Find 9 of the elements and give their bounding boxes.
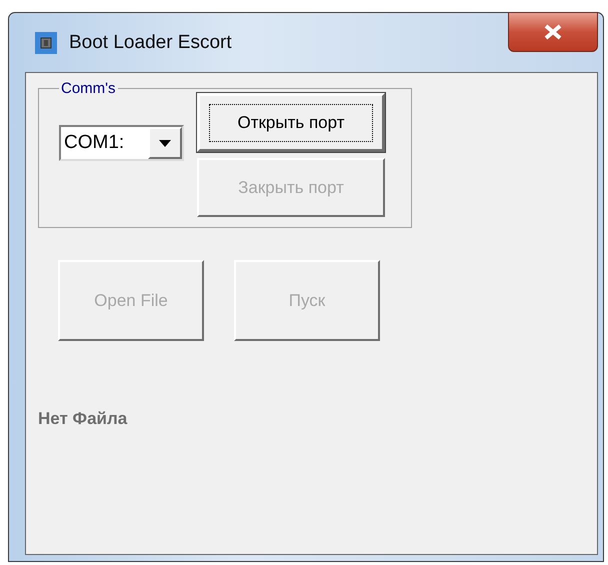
- group-title: Comm's: [60, 80, 117, 97]
- close-button[interactable]: [508, 12, 598, 52]
- dropdown-arrow-icon: [159, 140, 171, 146]
- status-text: Нет Файла: [38, 409, 128, 429]
- window-title: Boot Loader Escort: [69, 32, 232, 54]
- app-icon: [35, 32, 57, 54]
- close-icon: [543, 24, 563, 40]
- port-dropdown[interactable]: COM1:: [59, 125, 184, 161]
- port-button[interactable]: Открыть порт: [197, 93, 385, 152]
